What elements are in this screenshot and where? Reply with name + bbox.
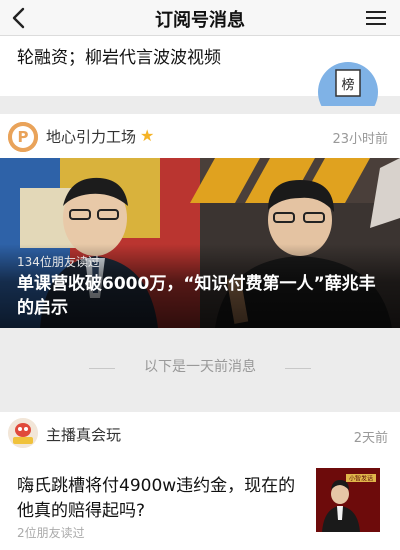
- readers-count: 2位朋友读过: [17, 526, 85, 540]
- message-card[interactable]: 主播真会玩 2天前 嗨氏跳槽将付4900w违约金，现在的他真的赔得起吗? 2位朋…: [0, 412, 400, 550]
- page-title: 订阅号消息: [155, 10, 245, 31]
- date-divider: 以下是一天前消息: [0, 356, 400, 380]
- article-headline[interactable]: 单课营收破6000万，“知识付费第一人”薛兆丰的启示: [17, 272, 387, 320]
- divider-line-right: [285, 368, 311, 369]
- message-time: 2天前: [353, 431, 388, 446]
- account-avatar[interactable]: P: [8, 122, 38, 152]
- svg-text:榜: 榜: [341, 77, 354, 93]
- account-header[interactable]: P 地心引力工场 ★ 23小时前: [0, 114, 400, 158]
- account-header[interactable]: 主播真会玩 2天前: [0, 412, 400, 456]
- message-item-previous[interactable]: 轮融资；柳岩代言波波视频 榜: [0, 36, 400, 106]
- star-icon: ★: [140, 126, 155, 145]
- article-cover[interactable]: 134位朋友读过 单课营收破6000万，“知识付费第一人”薛兆丰的启示: [0, 158, 400, 328]
- readers-count: 134位朋友读过: [17, 255, 100, 269]
- article-thumbnail[interactable]: 小智发话: [316, 468, 380, 532]
- svg-text:P: P: [18, 128, 29, 146]
- article-title[interactable]: 嗨氏跳槽将付4900w违约金，现在的他真的赔得起吗?: [17, 474, 299, 524]
- account-avatar[interactable]: [8, 418, 38, 448]
- message-card[interactable]: P 地心引力工场 ★ 23小时前 134位朋友读过 单课营收破6000万，“知识…: [0, 114, 400, 328]
- navigation-bar: 订阅号消息: [0, 0, 400, 36]
- message-time: 23小时前: [332, 132, 388, 147]
- divider-line-left: [89, 368, 115, 369]
- date-divider-text: 以下是一天前消息: [144, 359, 256, 375]
- account-name[interactable]: 主播真会玩: [46, 424, 121, 445]
- message-preview-text: 轮融资；柳岩代言波波视频: [17, 48, 221, 68]
- svg-text:小智发话: 小智发话: [349, 475, 373, 483]
- ranking-badge-icon: 榜: [318, 62, 378, 106]
- menu-icon[interactable]: [366, 8, 386, 28]
- account-name[interactable]: 地心引力工场: [46, 126, 136, 147]
